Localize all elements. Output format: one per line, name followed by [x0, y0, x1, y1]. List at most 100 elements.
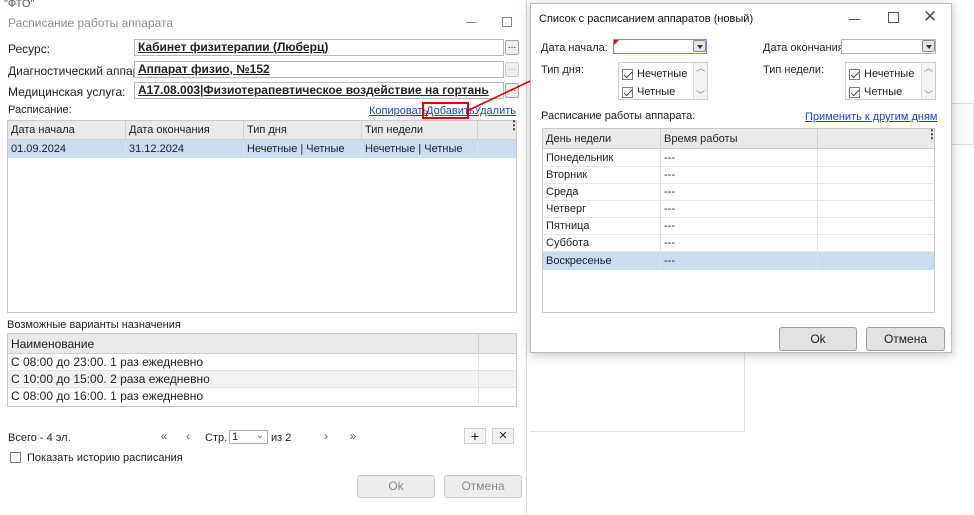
day-type-even-label: Четные	[637, 86, 676, 98]
col-day-type[interactable]: Тип дня	[244, 121, 362, 139]
weekday-table-header: День недели Время работы ⋮	[543, 128, 938, 149]
history-checkbox[interactable]	[10, 452, 21, 463]
app-tag: "ФТО"	[4, 0, 35, 10]
day-type-scrollbar[interactable]: ︿ ﹀	[693, 63, 707, 100]
table-row[interactable]: Вторник ---	[543, 167, 934, 184]
cell-work-time: ---	[661, 252, 818, 270]
col-week-type[interactable]: Тип недели	[362, 121, 478, 139]
minimize-icon[interactable]	[466, 22, 476, 23]
dialog-cancel-button[interactable]: Отмена	[866, 327, 945, 351]
cell-work-time: ---	[661, 150, 818, 166]
list-item[interactable]: С 10:00 до 15:00. 2 раза ежедневно	[8, 371, 516, 388]
device-label: Диагностический аппарат:	[8, 64, 155, 78]
table-row[interactable]: 01.09.2024 31.12.2024 Нечетные | Четные …	[8, 140, 516, 158]
week-type-odd-checkbox[interactable]	[849, 69, 860, 80]
chevron-down-icon: ⌄	[255, 430, 264, 441]
variants-table-header: Наименование	[8, 334, 516, 354]
cell-weekday: Понедельник	[543, 150, 661, 166]
remove-row-button[interactable]: ✕	[492, 428, 514, 444]
delete-link[interactable]: Удалить	[474, 105, 516, 117]
service-select-button[interactable]: ...	[505, 83, 519, 98]
add-link[interactable]: Добавить	[426, 105, 475, 117]
last-page-button[interactable]: »	[345, 429, 361, 443]
col-end-date[interactable]: Дата окончания	[126, 121, 244, 139]
end-date-input[interactable]	[841, 39, 936, 54]
week-type-scrollbar[interactable]: ︿ ﹀	[921, 63, 935, 100]
copy-link[interactable]: Копировать	[369, 105, 428, 117]
schedule-label: Расписание:	[8, 104, 72, 116]
maximize-icon[interactable]	[502, 17, 512, 27]
schedule-table: Дата начала Дата окончания Тип дня Тип н…	[7, 119, 520, 313]
background-panel-edge	[530, 352, 745, 432]
table-row[interactable]: Понедельник ---	[543, 150, 934, 167]
service-label: Медицинская услуга:	[8, 85, 126, 99]
minimize-icon[interactable]	[849, 19, 860, 20]
chevron-down-icon: ﹀	[696, 90, 706, 100]
resource-field[interactable]: Кабинет физитерапии (Люберц)	[134, 39, 504, 56]
ok-button[interactable]: Ok	[357, 475, 435, 498]
week-type-list: Нечетные Четные ︿ ﹀	[845, 62, 936, 100]
cell-work-time: ---	[661, 167, 818, 183]
cancel-button[interactable]: Отмена	[444, 475, 522, 498]
col-work-time[interactable]: Время работы	[661, 129, 818, 148]
table-row[interactable]: Четверг ---	[543, 201, 934, 218]
day-type-odd-label: Нечетные	[637, 68, 688, 80]
device-schedule-label: Расписание работы аппарата:	[541, 110, 696, 122]
service-field[interactable]: А17.08.003|Физиотерапевтическое воздейст…	[134, 82, 504, 99]
total-count: Всего - 4 эл.	[8, 432, 71, 444]
table-row[interactable]: Среда ---	[543, 184, 934, 201]
cell-week-type: Нечетные | Четные	[362, 140, 478, 158]
maximize-icon[interactable]	[888, 12, 899, 23]
prev-page-button[interactable]: ‹	[180, 429, 196, 443]
close-icon[interactable]: ✕	[923, 7, 937, 27]
cell-work-time: ---	[661, 235, 818, 251]
day-type-list: Нечетные Четные ︿ ﹀	[618, 62, 708, 100]
chevron-down-icon[interactable]	[922, 40, 935, 52]
col-start-date[interactable]: Дата начала	[8, 121, 126, 139]
table-row[interactable]: Пятница ---	[543, 218, 934, 235]
outer-window: "ФТО" Расписание работы аппарата Ресурс:…	[0, 0, 527, 515]
end-date-label: Дата окончания:	[763, 42, 847, 54]
list-item[interactable]: С 08:00 до 16:00. 1 раз ежедневно	[8, 388, 516, 405]
variant-name: С 08:00 до 23:00. 1 раз ежедневно	[8, 354, 479, 370]
page-select-value: 1	[232, 431, 239, 443]
first-page-button[interactable]: «	[156, 429, 172, 443]
day-type-even-checkbox[interactable]	[622, 87, 633, 98]
schedule-table-header: Дата начала Дата окончания Тип дня Тип н…	[8, 119, 520, 140]
week-type-even-label: Четные	[864, 86, 903, 98]
cell-weekday: Суббота	[543, 235, 661, 251]
add-row-button[interactable]: +	[464, 428, 486, 444]
device-field[interactable]: Аппарат физио, №152	[134, 61, 504, 78]
schedule-dialog: Список с расписанием аппаратов (новый) ✕…	[530, 3, 952, 353]
dialog-ok-button[interactable]: Ok	[779, 327, 857, 351]
start-date-input[interactable]	[613, 39, 707, 54]
start-date-label: Дата начала:	[541, 42, 608, 54]
day-type-odd-checkbox[interactable]	[622, 69, 633, 80]
chevron-down-icon[interactable]	[693, 40, 706, 52]
cell-work-time: ---	[661, 201, 818, 217]
apply-to-other-days-link[interactable]: Применить к другим дням	[805, 111, 937, 123]
table-row-selected[interactable]: Воскресенье ---	[543, 252, 934, 270]
resource-select-button[interactable]: ...	[505, 40, 519, 55]
dialog-title: Список с расписанием аппаратов (новый)	[539, 13, 754, 25]
column-menu-icon[interactable]: ⋮	[926, 128, 938, 140]
list-item[interactable]: С 08:00 до 23:00. 1 раз ежедневно	[8, 354, 516, 371]
col-weekday[interactable]: День недели	[543, 129, 661, 148]
page-label: Стр.	[205, 432, 228, 444]
column-menu-icon[interactable]: ⋮	[508, 119, 520, 131]
col-name[interactable]: Наименование	[8, 334, 479, 353]
day-type-label: Тип дня:	[541, 64, 584, 76]
chevron-up-icon: ︿	[696, 63, 706, 73]
next-page-button[interactable]: ›	[318, 429, 334, 443]
table-row[interactable]: Суббота ---	[543, 235, 934, 252]
cell-day-type: Нечетные | Четные	[244, 140, 362, 158]
variant-name: С 08:00 до 16:00. 1 раз ежедневно	[8, 388, 479, 405]
required-marker-icon	[614, 40, 619, 45]
variants-label: Возможные варианты назначения	[7, 319, 181, 331]
cell-weekday: Пятница	[543, 218, 661, 234]
page-select[interactable]: 1 ⌄	[229, 430, 268, 444]
device-select-button[interactable]: ...	[505, 62, 519, 77]
cell-start-date: 01.09.2024	[8, 140, 126, 158]
weekday-table: День недели Время работы ⋮ Понедельник -…	[542, 128, 938, 313]
week-type-even-checkbox[interactable]	[849, 87, 860, 98]
